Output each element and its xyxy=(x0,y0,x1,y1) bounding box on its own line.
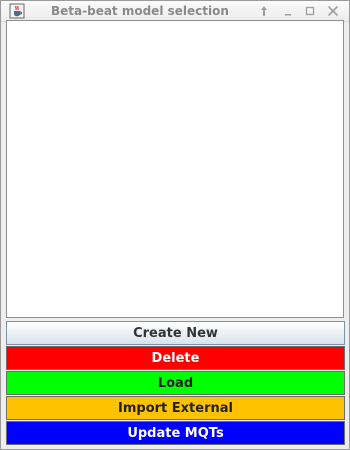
create-new-button[interactable]: Create New xyxy=(6,321,345,345)
close-icon[interactable] xyxy=(326,4,340,18)
update-mqts-button[interactable]: Update MQTs xyxy=(6,421,345,445)
delete-button[interactable]: Delete xyxy=(6,346,345,370)
model-selection-window: Beta-beat model selection Create New Del… xyxy=(0,0,350,450)
load-button[interactable]: Load xyxy=(6,371,345,395)
java-cup-icon xyxy=(9,3,25,19)
model-list-area[interactable] xyxy=(6,20,344,318)
import-external-button[interactable]: Import External xyxy=(6,396,345,420)
title-bar[interactable]: Beta-beat model selection xyxy=(1,1,349,22)
minimize-icon[interactable] xyxy=(281,4,295,18)
window-title: Beta-beat model selection xyxy=(51,4,229,18)
maximize-icon[interactable] xyxy=(303,4,317,18)
pin-icon[interactable] xyxy=(257,4,271,18)
